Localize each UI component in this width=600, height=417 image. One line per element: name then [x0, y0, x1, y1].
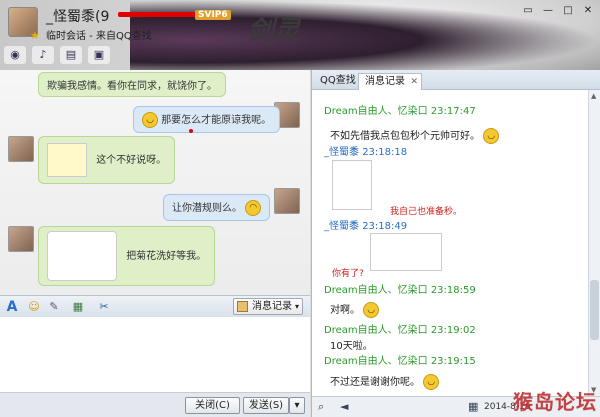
history-list[interactable]: Dream自由人、忆染口 23:17:47 不如先借我点包包秒个元帅可好。 ◡ …: [312, 90, 600, 396]
history-message: 不过还是谢谢你呢。 ◡: [330, 373, 440, 390]
chat-bubble-left: 这个不好说呀。: [38, 136, 176, 184]
history-entry-header: Dream自由人、忆染口 23:19:02: [324, 325, 476, 336]
file-transfer-icon[interactable]: ▤: [60, 46, 82, 64]
star-icon: ★: [30, 29, 40, 42]
message-input[interactable]: [0, 317, 310, 392]
history-message: 对啊。 ◡: [330, 301, 380, 318]
smile-emoji-icon: ◡: [423, 374, 440, 390]
duck-sticker-icon: [47, 143, 87, 177]
chat-bubble-left: 把菊花洗好等我。: [38, 226, 216, 286]
send-button[interactable]: 发送(S): [243, 397, 289, 414]
svip-badge: SVIP6: [195, 10, 231, 20]
remote-assist-icon[interactable]: ▣: [88, 46, 110, 64]
tab-label: 消息记录: [365, 76, 405, 87]
close-tab-icon[interactable]: ✕: [410, 74, 418, 90]
red-marker: [189, 129, 193, 133]
message-text: 把菊花洗好等我。: [126, 251, 207, 262]
chat-bubble-right: ◡ 那要怎么才能原谅我呢。: [133, 106, 281, 133]
message-text: 让你潜规则么。: [172, 203, 242, 214]
window-controls: ▭ — □ ✕: [520, 4, 596, 18]
magic-expression-icon[interactable]: ✎: [46, 299, 62, 315]
session-status: 临时会话 - 来自QQ查找: [46, 31, 152, 42]
message-text: 欺骗我感情。看你在同求，就饶你了。: [47, 81, 217, 92]
video-call-icon[interactable]: ◉: [4, 46, 26, 64]
sticker-caption: 我自己也准备秒。: [390, 207, 463, 217]
message-text: 这个不好说呀。: [96, 155, 167, 166]
game-logo: 剑灵: [248, 16, 301, 46]
chat-bubble-right: 让你潜规则么。 ◠: [163, 194, 271, 221]
header-toolbar: ◉ ♪ ▤ ▣: [4, 46, 110, 64]
screenshot-icon[interactable]: ✂: [96, 299, 112, 315]
contact-chat-avatar[interactable]: [8, 136, 34, 162]
qq-number-redaction: [118, 12, 198, 17]
site-watermark: 猴岛论坛: [513, 390, 597, 414]
speaker-icon[interactable]: ◄: [340, 400, 348, 413]
search-icon[interactable]: ⌕: [318, 400, 324, 414]
emoji-picker-icon[interactable]: ☺: [26, 299, 42, 315]
history-entry-header: _怪蜀黍 23:18:18: [324, 147, 408, 158]
tab-qq-search[interactable]: QQ查找: [314, 73, 362, 90]
meme-face-sticker-icon: [47, 231, 117, 281]
lying-sticker-icon: [370, 233, 442, 271]
my-avatar[interactable]: [274, 188, 300, 214]
chat-messages-pane[interactable]: 欺骗我感情。看你在同求，就饶你了。 ◡ 那要怎么才能原谅我呢。 这个不好说呀。 …: [0, 70, 310, 295]
message-record-label: 消息记录: [252, 301, 292, 312]
font-icon[interactable]: A: [4, 299, 20, 315]
contact-chat-avatar[interactable]: [8, 226, 34, 252]
image-icon[interactable]: ▦: [70, 299, 86, 315]
skin-button[interactable]: ▭: [520, 4, 536, 18]
message-record-button[interactable]: 消息记录 ▾: [233, 298, 303, 315]
send-options-button[interactable]: ▾: [289, 397, 305, 414]
history-panel: QQ查找 消息记录 ✕ Dream自由人、忆染口 23:17:47 不如先借我点…: [311, 70, 600, 417]
history-entry-header: Dream自由人、忆染口 23:17:47: [324, 106, 476, 117]
history-entry-header: Dream自由人、忆染口 23:19:15: [324, 356, 476, 367]
wink-emoji-icon: ◠: [245, 200, 262, 216]
grin-emoji-icon: ◡: [363, 302, 380, 318]
history-tabs: QQ查找 消息记录 ✕: [312, 70, 600, 90]
history-message: 10天啦。: [330, 341, 373, 352]
smile-emoji-icon: ◡: [142, 112, 158, 128]
contact-nickname[interactable]: _怪蜀黍(9: [46, 6, 109, 26]
sticker-caption: 你有了?: [332, 269, 364, 279]
minimize-button[interactable]: —: [540, 4, 556, 18]
calendar-icon[interactable]: ▦: [468, 400, 478, 413]
history-scrollbar[interactable]: ▲ ▼: [588, 90, 600, 396]
history-entry-header: _怪蜀黍 23:18:49: [324, 221, 408, 232]
history-entry-header: Dream自由人、忆染口 23:18:59: [324, 285, 476, 296]
record-icon: [237, 301, 248, 312]
scroll-up-icon[interactable]: ▲: [591, 92, 596, 100]
rage-face-sticker-icon: [332, 160, 372, 210]
input-toolbar: A ☺ ✎ ▦ ✂ 消息记录 ▾: [0, 295, 310, 317]
voice-call-icon[interactable]: ♪: [32, 46, 54, 64]
chat-bubble-left: 欺骗我感情。看你在同求，就饶你了。: [38, 72, 226, 97]
tab-message-record[interactable]: 消息记录 ✕: [358, 73, 422, 90]
maximize-button[interactable]: □: [560, 4, 576, 18]
chat-window-header: _怪蜀黍(9 SVIP6 ★ 临时会话 - 来自QQ查找 剑灵 ▭ — □ ✕ …: [0, 0, 600, 70]
scroll-thumb[interactable]: [590, 280, 599, 340]
history-message: 不如先借我点包包秒个元帅可好。 ◡: [330, 127, 500, 144]
history-footer: ⌕ ◄ ▦ 2014-8-16 猴岛论坛: [312, 390, 600, 417]
close-button[interactable]: 关闭(C): [185, 397, 240, 414]
chevron-down-icon: ▾: [294, 302, 299, 311]
send-bar: 关闭(C) 发送(S) ▾: [0, 392, 310, 417]
smile-emoji-icon: ◡: [483, 128, 500, 144]
close-window-button[interactable]: ✕: [580, 4, 596, 18]
message-text: 那要怎么才能原谅我呢。: [161, 115, 272, 126]
